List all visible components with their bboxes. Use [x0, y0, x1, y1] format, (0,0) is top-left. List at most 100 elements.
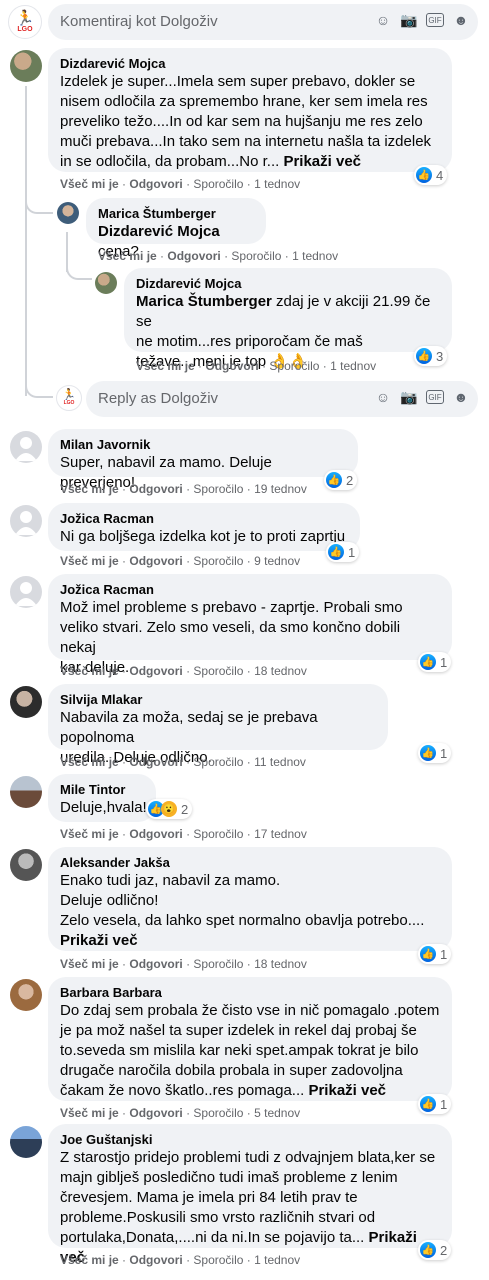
avatar[interactable] [57, 202, 79, 224]
like-button[interactable]: Všeč mi je [60, 957, 119, 971]
message-link[interactable]: Sporočilo [193, 755, 243, 769]
emoji-icon[interactable]: ☺ [374, 11, 392, 29]
avatar[interactable] [10, 979, 42, 1011]
timestamp[interactable]: 19 tednov [254, 482, 307, 496]
timestamp[interactable]: 1 tednov [254, 177, 300, 191]
timestamp[interactable]: 18 tednov [254, 664, 307, 678]
message-link[interactable]: Sporočilo [269, 359, 319, 373]
comment-input-placeholder[interactable]: Komentiraj kot Dolgoživ [60, 13, 218, 30]
like-button[interactable]: Všeč mi je [60, 1106, 119, 1120]
comment-author[interactable]: Marica Štumberger [98, 206, 254, 222]
see-more-link[interactable]: Prikaži več [308, 1082, 386, 1099]
like-button[interactable]: Všeč mi je [60, 827, 119, 841]
comment-author[interactable]: Joe Guštanjski [60, 1132, 440, 1148]
timestamp[interactable]: 1 tednov [292, 249, 338, 263]
timestamp[interactable]: 1 tednov [330, 359, 376, 373]
reply-button[interactable]: Odgovori [129, 554, 182, 568]
comment-author[interactable]: Dizdarević Mojca [136, 276, 440, 292]
reaction-count[interactable]: 👍 2 [324, 470, 358, 490]
reaction-count[interactable]: 👍 1 [418, 743, 452, 763]
like-button[interactable]: Všeč mi je [60, 755, 119, 769]
avatar[interactable] [10, 849, 42, 881]
reply-input-placeholder[interactable]: Reply as Dolgoživ [98, 390, 218, 407]
comment-author[interactable]: Barbara Barbara [60, 985, 440, 1001]
avatar[interactable] [10, 1126, 42, 1158]
message-link[interactable]: Sporočilo [193, 957, 243, 971]
reply-button[interactable]: Odgovori [129, 482, 182, 496]
reaction-count[interactable]: 👍 😮 2 [146, 799, 193, 819]
reaction-count[interactable]: 👍 1 [418, 944, 452, 964]
reply-button[interactable]: Odgovori [129, 177, 182, 191]
gif-icon[interactable]: GIF [426, 13, 444, 27]
reaction-count[interactable]: 👍 1 [418, 652, 452, 672]
timestamp[interactable]: 11 tednov [254, 755, 306, 769]
reaction-count[interactable]: 👍 1 [418, 1094, 452, 1114]
reply-composer[interactable]: Reply as Dolgoživ ☺ 📷 GIF ☻ [86, 381, 478, 417]
like-button[interactable]: Všeč mi je [60, 664, 119, 678]
comment-author[interactable]: Mile Tintor [60, 782, 144, 798]
reply-button[interactable]: Odgovori [129, 664, 182, 678]
comment-author[interactable]: Jožica Racman [60, 582, 440, 598]
comment-bubble: Jožica Racman Ni ga boljšega izdelka kot… [48, 503, 360, 551]
message-link[interactable]: Sporočilo [231, 249, 281, 263]
timestamp[interactable]: 17 tednov [254, 827, 307, 841]
reaction-count[interactable]: 👍 3 [414, 346, 448, 366]
like-button[interactable]: Všeč mi je [136, 359, 195, 373]
reply-button[interactable]: Odgovori [167, 249, 220, 263]
message-link[interactable]: Sporočilo [193, 827, 243, 841]
timestamp[interactable]: 18 tednov [254, 957, 307, 971]
comment-bubble: Aleksander Jakša Enako tudi jaz, nabavil… [48, 847, 452, 951]
like-button[interactable]: Všeč mi je [60, 554, 119, 568]
reply-button[interactable]: Odgovori [129, 1253, 182, 1267]
sticker-icon[interactable]: ☻ [452, 388, 470, 406]
message-link[interactable]: Sporočilo [193, 1253, 243, 1267]
thread-line [66, 258, 92, 280]
like-button[interactable]: Všeč mi je [60, 177, 119, 191]
timestamp[interactable]: 9 tednov [254, 554, 300, 568]
reaction-count[interactable]: 👍 1 [326, 542, 360, 562]
reply-button[interactable]: Odgovori [129, 755, 182, 769]
avatar[interactable] [10, 776, 42, 808]
logo-text: LGO [17, 26, 33, 33]
comment-bubble: Jožica Racman Mož imel probleme s prebav… [48, 574, 452, 676]
see-more-link[interactable]: Prikaži več [60, 931, 440, 951]
avatar[interactable] [10, 576, 42, 608]
message-link[interactable]: Sporočilo [193, 554, 243, 568]
timestamp[interactable]: 1 tednov [254, 1253, 300, 1267]
avatar[interactable] [10, 431, 42, 463]
comment-author[interactable]: Jožica Racman [60, 511, 348, 527]
avatar[interactable] [10, 50, 42, 82]
emoji-icon[interactable]: ☺ [374, 388, 392, 406]
sticker-icon[interactable]: ☻ [452, 11, 470, 29]
comment-author[interactable]: Dizdarević Mojca [60, 56, 440, 72]
comment-author[interactable]: Aleksander Jakša [60, 855, 440, 871]
gif-icon[interactable]: GIF [426, 390, 444, 404]
comment-bubble: Barbara Barbara Do zdaj sem probala že č… [48, 977, 452, 1101]
reaction-count[interactable]: 👍 4 [414, 165, 448, 185]
message-link[interactable]: Sporočilo [193, 177, 243, 191]
like-button[interactable]: Všeč mi je [60, 482, 119, 496]
comment-author[interactable]: Silvija Mlakar [60, 692, 376, 708]
mention-link[interactable]: Dizdarević Mojca [98, 223, 220, 240]
comment-text: Izdelek je super...Imela sem super preba… [60, 73, 432, 170]
like-button[interactable]: Všeč mi je [60, 1253, 119, 1267]
avatar[interactable] [10, 505, 42, 537]
timestamp[interactable]: 5 tednov [254, 1106, 300, 1120]
reply-button[interactable]: Odgovori [205, 359, 258, 373]
mention-link[interactable]: Marica Štumberger [136, 293, 272, 310]
reaction-count[interactable]: 👍 2 [418, 1240, 452, 1260]
avatar[interactable] [95, 272, 117, 294]
reply-button[interactable]: Odgovori [129, 957, 182, 971]
avatar[interactable] [10, 686, 42, 718]
see-more-link[interactable]: Prikaži več [283, 153, 361, 170]
camera-icon[interactable]: 📷 [400, 388, 418, 406]
message-link[interactable]: Sporočilo [193, 664, 243, 678]
comment-author[interactable]: Milan Javornik [60, 437, 346, 453]
camera-icon[interactable]: 📷 [400, 11, 418, 29]
like-button[interactable]: Všeč mi je [98, 249, 157, 263]
message-link[interactable]: Sporočilo [193, 482, 243, 496]
reply-button[interactable]: Odgovori [129, 1106, 182, 1120]
comment-composer[interactable]: Komentiraj kot Dolgoživ ☺ 📷 GIF ☻ [48, 4, 478, 40]
message-link[interactable]: Sporočilo [193, 1106, 243, 1120]
reply-button[interactable]: Odgovori [129, 827, 182, 841]
